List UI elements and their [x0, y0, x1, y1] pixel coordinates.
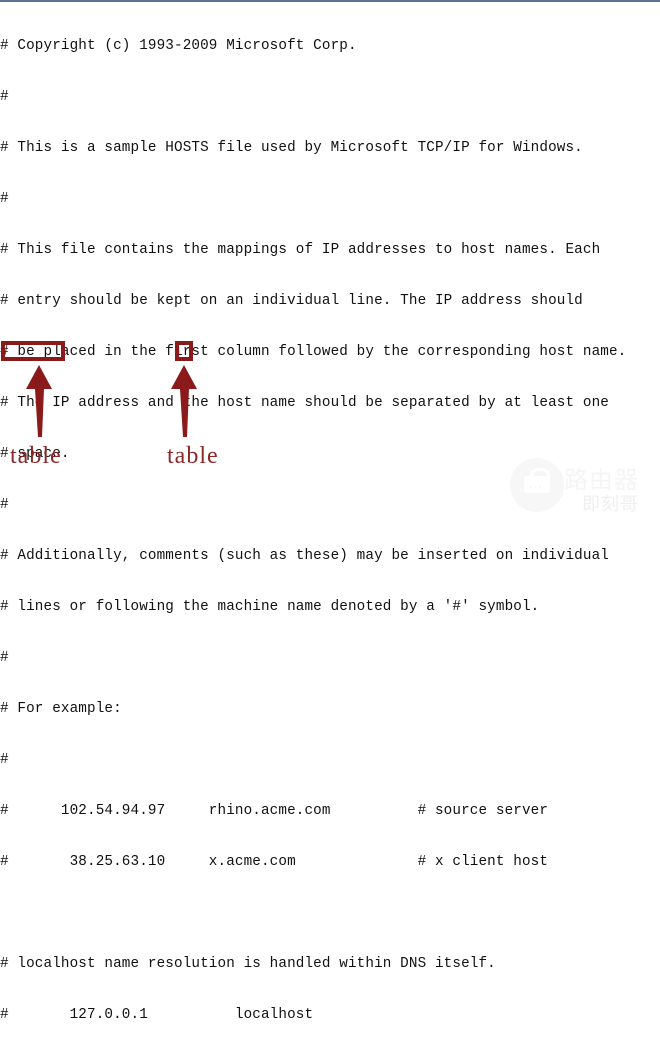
watermark-subtitle: 即刻哥: [582, 494, 639, 514]
hosts-line: # This is a sample HOSTS file used by Mi…: [0, 140, 583, 156]
hosts-line: # Additionally, comments (such as these)…: [0, 548, 609, 564]
hosts-line: # 102.54.94.97 rhino.acme.com # source s…: [0, 803, 549, 819]
hosts-line: # be placed in the first column followed…: [0, 344, 627, 360]
hosts-line: # 38.25.63.10 x.acme.com # x client host: [0, 854, 549, 870]
hosts-line: #: [0, 752, 9, 768]
window-top-border: [0, 0, 660, 2]
hosts-line: [0, 905, 660, 922]
hosts-line: # Copyright (c) 1993-2009 Microsoft Corp…: [0, 38, 357, 54]
hosts-line: # entry should be kept on an individual …: [0, 293, 583, 309]
hosts-line: # localhost name resolution is handled w…: [0, 956, 496, 972]
hosts-line: # lines or following the machine name de…: [0, 599, 540, 615]
watermark-registered-mark: ®: [552, 486, 564, 503]
lock-dots: •••: [529, 482, 543, 492]
hosts-line: #: [0, 191, 9, 207]
hosts-line: #: [0, 650, 9, 666]
hosts-line: # This file contains the mappings of IP …: [0, 242, 601, 258]
hosts-line: #: [0, 89, 9, 105]
hosts-line: # 127.0.0.1 localhost: [0, 1007, 314, 1023]
hosts-line: # The IP address and the host name shoul…: [0, 395, 609, 411]
hosts-line: # For example:: [0, 701, 122, 717]
watermark: ••• 路由器 ® 即刻哥: [504, 450, 654, 522]
hosts-file-text-area[interactable]: # Copyright (c) 1993-2009 Microsoft Corp…: [0, 4, 660, 1052]
